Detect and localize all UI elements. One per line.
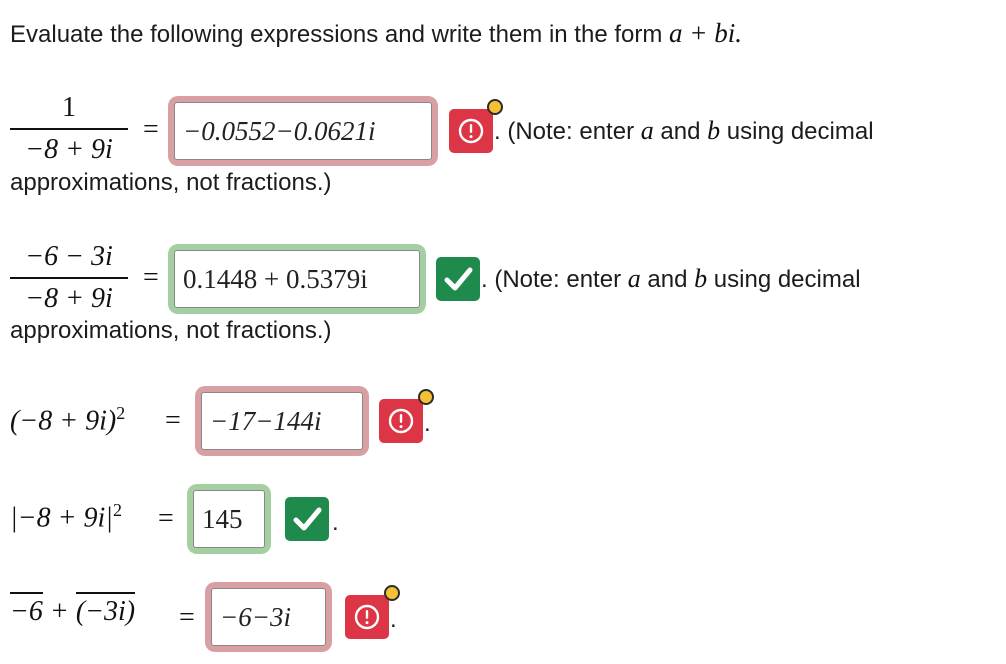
yellow-dot-icon: [384, 585, 400, 601]
problem-3-trailing-period: .: [424, 410, 431, 437]
problem-3-status-badge[interactable]: [379, 399, 423, 443]
problem-5-answer-frame: −6−3i: [205, 582, 332, 652]
problem-5-equals: =: [179, 602, 195, 633]
problem-3-answer-frame: −17−144i: [195, 386, 369, 456]
instructions-math: a + bi.: [669, 18, 742, 48]
problem-2-expression: −6 − 3i −8 + 9i: [10, 241, 128, 315]
problem-4-expression: |−8 + 9i|2: [10, 500, 122, 534]
problem-2-denominator: −8 + 9i: [25, 283, 113, 314]
problem-1-numerator: 1: [62, 92, 76, 123]
fraction-bar: [10, 128, 128, 130]
problem-1-status-badge[interactable]: [449, 109, 493, 153]
problem-5-status-badge[interactable]: [345, 595, 389, 639]
problem-5-answer-input[interactable]: −6−3i: [211, 588, 326, 646]
fraction-bar: [10, 277, 128, 279]
problem-2-note-line2: approximations, not fractions.): [10, 317, 332, 344]
problem-1-denominator: −8 + 9i: [25, 134, 113, 165]
problem-4-equals: =: [158, 503, 174, 534]
problem-2-equals: =: [143, 262, 159, 293]
problem-1-expression: 1 −8 + 9i: [10, 92, 128, 166]
yellow-dot-icon: [418, 389, 434, 405]
checkmark-icon: [444, 267, 473, 291]
problem-2-note: . (Note: enter a and b using decimal: [481, 264, 861, 293]
problem-1-answer-input[interactable]: −0.0552−0.0621i: [174, 102, 432, 160]
problem-1-answer-frame: −0.0552−0.0621i: [168, 96, 438, 166]
exclamation-circle-icon: [354, 604, 380, 630]
instructions: Evaluate the following expressions and w…: [10, 18, 742, 49]
problem-1-note-line2: approximations, not fractions.): [10, 169, 332, 196]
checkmark-icon: [293, 507, 322, 531]
problem-1-equals: =: [143, 114, 159, 145]
problem-3-answer-input[interactable]: −17−144i: [201, 392, 363, 450]
problem-1-note: . (Note: enter a and b using decimal: [494, 116, 874, 145]
yellow-dot-icon: [487, 99, 503, 115]
problem-5-expression: −6 + (−3i): [10, 592, 136, 628]
problem-4-trailing-period: .: [332, 509, 339, 536]
problem-3-expression: (−8 + 9i)2: [10, 403, 126, 437]
problem-2-answer-input[interactable]: 0.1448 + 0.5379i: [174, 250, 420, 308]
instructions-text: Evaluate the following expressions and w…: [10, 21, 670, 48]
exclamation-circle-icon: [388, 408, 414, 434]
problem-2-status-badge[interactable]: [436, 257, 480, 301]
problem-2-numerator: −6 − 3i: [25, 241, 113, 272]
problem-3-equals: =: [165, 405, 181, 436]
problem-2-answer-frame: 0.1448 + 0.5379i: [168, 244, 426, 314]
exclamation-circle-icon: [458, 118, 484, 144]
problem-4-status-badge[interactable]: [285, 497, 329, 541]
problem-4-answer-input[interactable]: 145: [193, 490, 265, 548]
problem-5-trailing-period: .: [390, 606, 397, 633]
problem-4-answer-frame: 145: [187, 484, 271, 554]
